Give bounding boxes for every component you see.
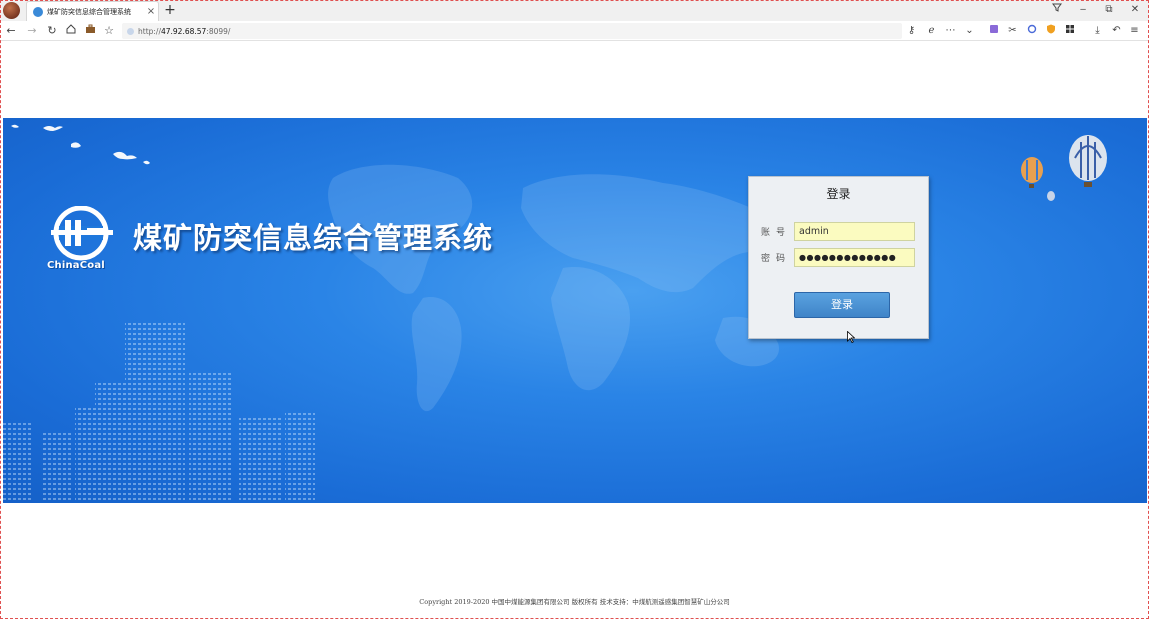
tab-list-icon[interactable] — [1050, 2, 1064, 18]
menu-icon[interactable]: ≡ — [1128, 24, 1141, 38]
browser-nav-bar: ← → ↻ ☆ http://47.92.68.57:8099/ ⚷ ℯ ⋯ ⌄… — [0, 21, 1149, 41]
account-input[interactable]: admin — [794, 222, 915, 241]
home-icon[interactable] — [64, 23, 78, 39]
download-icon[interactable]: ⤓ — [1091, 24, 1104, 38]
password-input[interactable]: ●●●●●●●●●●●●● — [794, 248, 915, 267]
login-banner: ChinaCoal 煤矿防突信息综合管理系统 登录 账号 admin 密码 ●●… — [3, 118, 1147, 503]
footer-copyright: Copyright 2019-2020 中国中煤能源集团有限公司 版权所有 技术… — [419, 598, 730, 606]
scissors-icon[interactable]: ✂ — [1006, 24, 1019, 38]
forward-arrow-icon[interactable]: → — [25, 23, 39, 39]
ie-mode-icon[interactable]: ℯ — [925, 24, 938, 38]
shield-icon[interactable] — [1044, 24, 1057, 38]
browser-tab[interactable]: 煤矿防突信息综合管理系统 × — [26, 1, 159, 21]
browser-tab-strip: 煤矿防突信息综合管理系统 × + ‒ ⧉ ✕ — [0, 0, 1149, 21]
new-tab-button[interactable]: + — [163, 2, 177, 18]
doves-decoration — [11, 124, 150, 165]
address-bar[interactable]: http://47.92.68.57:8099/ — [122, 23, 902, 39]
account-label: 账号 — [761, 228, 792, 238]
chevron-down-icon[interactable]: ⌄ — [963, 24, 976, 38]
site-info-icon[interactable] — [127, 27, 134, 35]
password-key-icon[interactable]: ⚷ — [905, 24, 918, 38]
mouse-cursor-icon — [847, 331, 855, 343]
city-skyline-decoration — [3, 323, 315, 503]
reload-icon[interactable]: ↻ — [45, 23, 59, 39]
password-label: 密码 — [761, 254, 792, 264]
translate-icon[interactable] — [1025, 24, 1038, 38]
login-button[interactable]: 登录 — [794, 292, 890, 318]
close-window-button[interactable]: ✕ — [1128, 2, 1142, 18]
restore-button[interactable]: ⧉ — [1102, 2, 1116, 18]
briefcase-icon[interactable] — [83, 23, 97, 39]
system-title: 煤矿防突信息综合管理系统 — [133, 221, 494, 255]
minimize-button[interactable]: ‒ — [1076, 2, 1090, 18]
url-text: http://47.92.68.57:8099/ — [138, 26, 231, 36]
hot-air-balloons-decoration — [1021, 135, 1107, 201]
login-title: 登录 — [826, 187, 851, 201]
tab-title: 煤矿防突信息综合管理系统 — [47, 7, 131, 16]
site-favicon-icon — [33, 6, 43, 17]
logo-text: ChinaCoal — [47, 260, 105, 271]
more-dots-icon[interactable]: ⋯ — [944, 24, 957, 38]
back-arrow-icon[interactable]: ← — [4, 23, 18, 39]
apps-grid-icon[interactable] — [1063, 24, 1076, 38]
undo-icon[interactable]: ↶ — [1110, 24, 1123, 38]
bookmark-star-icon[interactable]: ☆ — [102, 23, 116, 39]
tab-close-icon[interactable]: × — [144, 6, 158, 17]
extension-purple-icon[interactable] — [987, 24, 1000, 38]
profile-avatar-icon[interactable] — [3, 2, 20, 19]
login-panel: 登录 账号 admin 密码 ●●●●●●●●●●●●● 登录 — [748, 176, 929, 339]
